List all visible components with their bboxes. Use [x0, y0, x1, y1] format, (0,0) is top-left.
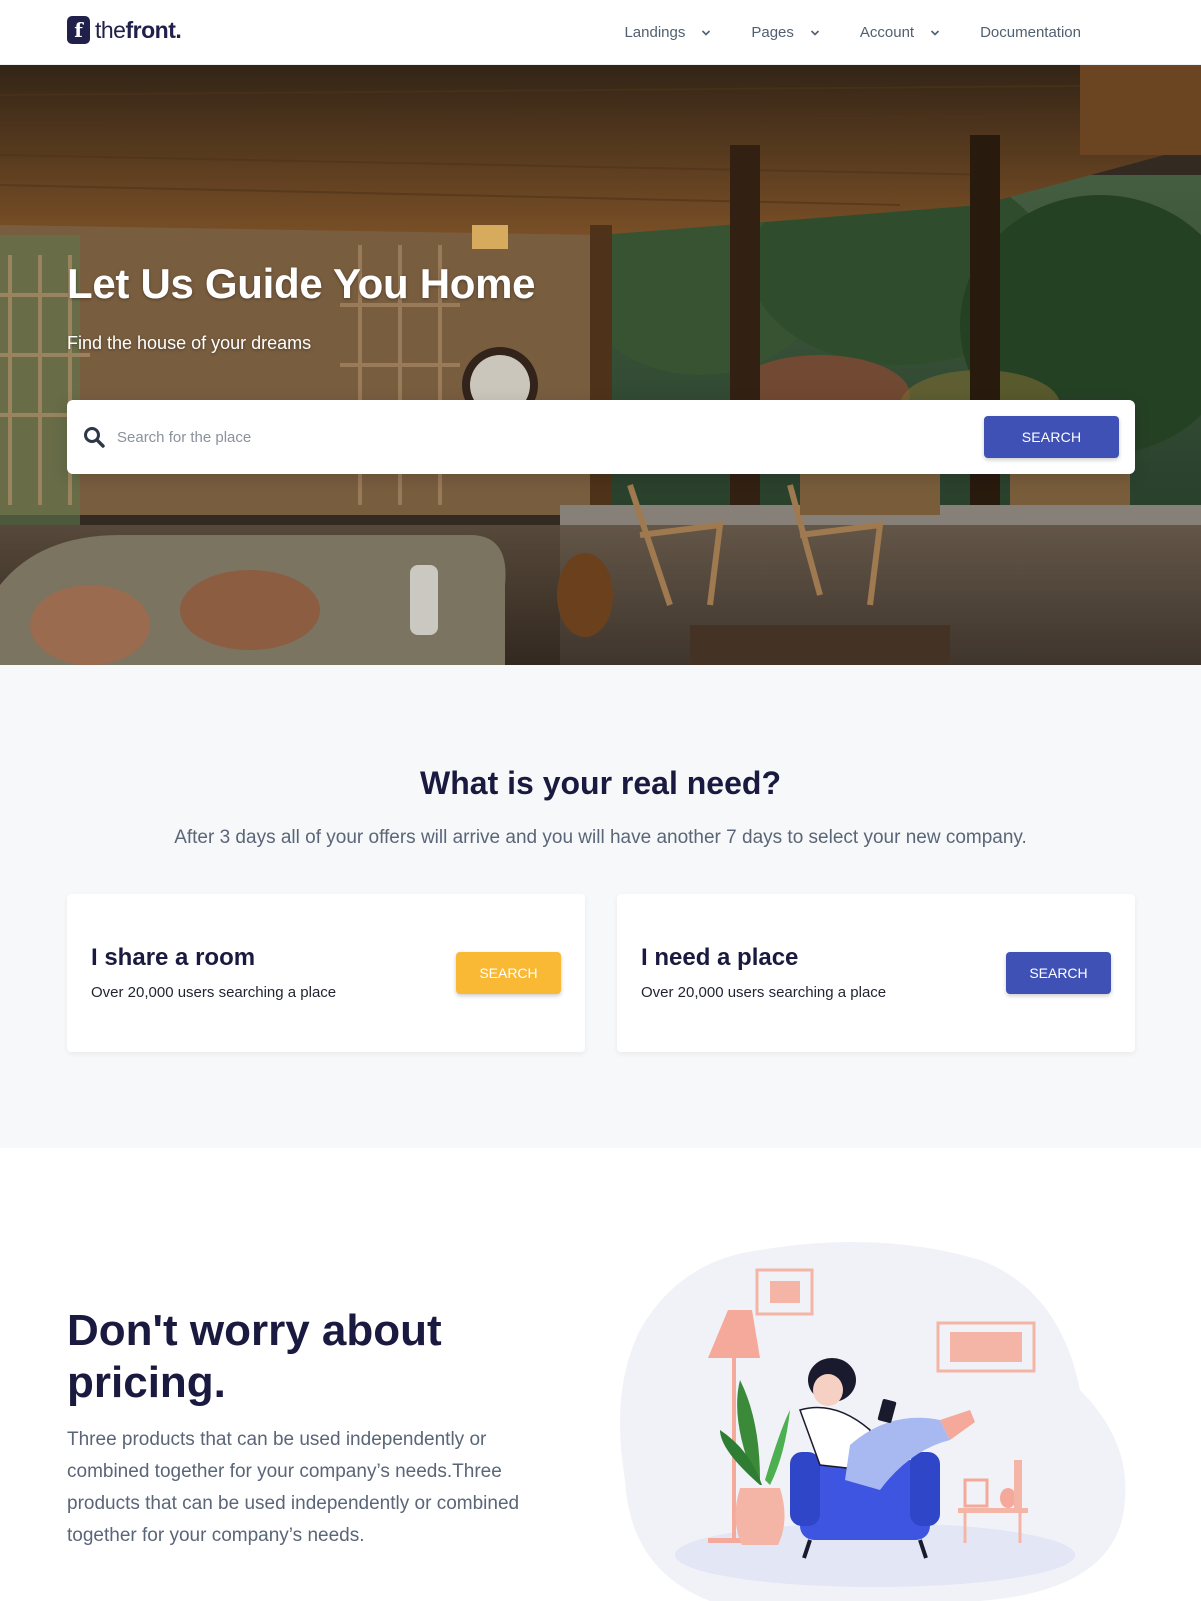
pricing-title: Don't worry about pricing.: [67, 1306, 442, 1407]
nav-item-landings[interactable]: Landings: [624, 24, 711, 41]
nav-label: Landings: [624, 24, 686, 41]
nav-item-pages[interactable]: Pages: [751, 24, 820, 41]
card-text: Over 20,000 users searching a place: [91, 984, 337, 1001]
nav-item-documentation[interactable]: Documentation: [980, 24, 1081, 41]
needs-section: What is your real need? After 3 days all…: [0, 665, 1201, 1148]
nav-label: Pages: [751, 24, 794, 41]
hero-background-image: [0, 65, 1201, 665]
chevron-down-icon: [702, 29, 711, 36]
card-share-room: I share a room Over 20,000 users searchi…: [67, 894, 585, 1052]
main-nav: Landings Pages Account Documentation: [584, 0, 1081, 65]
search-input[interactable]: [117, 422, 937, 452]
relaxing-person-illustration: [620, 1242, 1126, 1601]
nav-item-account[interactable]: Account: [860, 24, 940, 41]
top-navbar: f thefront. Landings Pages Account Docum…: [0, 0, 1201, 65]
card-text: Over 20,000 users searching a place: [641, 984, 887, 1001]
card-title: I need a place: [641, 944, 799, 971]
pricing-description: Three products that can be used independ…: [67, 1429, 520, 1546]
nav-label: Account: [859, 24, 915, 41]
chevron-down-icon: [810, 29, 819, 36]
section-subtitle: After 3 days all of your offers will arr…: [174, 827, 1027, 848]
hero-section: Let Us Guide You Home Find the house of …: [0, 65, 1201, 665]
need-place-search-button[interactable]: Search: [1006, 952, 1111, 994]
section-title: What is your real need?: [420, 765, 781, 801]
nav-label: Documentation: [980, 24, 1081, 41]
card-title: I share a room: [91, 944, 256, 971]
search-button[interactable]: Search: [984, 416, 1119, 458]
search-bar: Search: [67, 400, 1135, 474]
logo-text: thefront.: [95, 16, 182, 43]
share-room-search-button[interactable]: Search: [456, 952, 561, 994]
hero-subtitle: Find the house of your dreams: [67, 333, 312, 353]
card-need-place: I need a place Over 20,000 users searchi…: [617, 894, 1135, 1052]
logo[interactable]: f thefront.: [67, 16, 182, 44]
hero-title: Let Us Guide You Home: [67, 260, 536, 307]
search-icon: [84, 427, 105, 448]
logo-mark: f: [67, 16, 90, 44]
chevron-down-icon: [931, 29, 940, 36]
